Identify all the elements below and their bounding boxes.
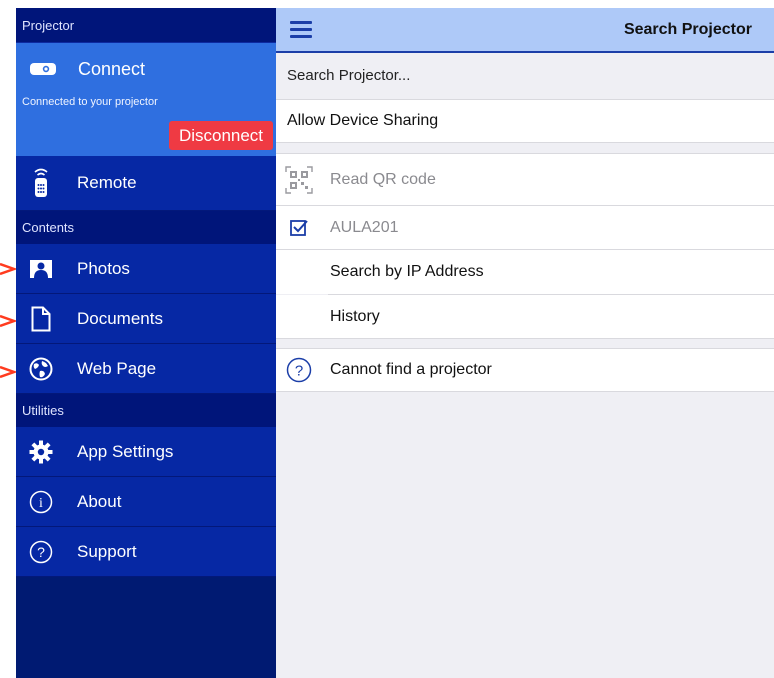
sidebar-item-label: App Settings (77, 441, 174, 461)
projector-icon (29, 62, 57, 76)
checkbox-checked-icon (285, 214, 313, 242)
top-bar: Search Projector (276, 8, 774, 53)
help-icon: ? (285, 356, 313, 384)
photo-icon (28, 256, 54, 282)
page-title: Search Projector (623, 21, 752, 38)
history-label: History (330, 307, 380, 325)
sidebar-item-label: Photos (77, 258, 130, 278)
search-by-ip-label: Search by IP Address (330, 263, 484, 280)
sidebar-item-photos[interactable]: Photos (16, 244, 276, 294)
sidebar-item-label: Documents (77, 308, 163, 328)
sidebar-item-about[interactable]: i About (16, 477, 276, 527)
section-header-contents: Contents (16, 211, 276, 244)
sidebar-item-web-page[interactable]: Web Page (16, 344, 276, 394)
allow-device-sharing-row[interactable]: Allow Device Sharing (276, 99, 774, 143)
app-frame: Projector Connect Connected to your proj… (16, 8, 774, 678)
qr-code-icon (285, 165, 313, 194)
sidebar-item-label: Remote (77, 173, 137, 192)
gear-icon (28, 439, 54, 465)
info-icon: i (28, 489, 54, 515)
search-status-label: Search Projector... (287, 67, 411, 84)
document-icon (28, 306, 54, 332)
cannot-find-projector-label: Cannot find a projector (330, 361, 492, 378)
allow-device-sharing-label: Allow Device Sharing (287, 112, 439, 129)
hamburger-icon[interactable] (290, 21, 312, 39)
read-qr-row[interactable]: Read QR code (276, 153, 774, 206)
disconnect-button[interactable]: Disconnect (169, 121, 273, 150)
annotation-arrow-icon (0, 262, 16, 276)
sidebar: Projector Connect Connected to your proj… (16, 8, 276, 678)
history-row[interactable]: History (276, 295, 774, 339)
connect-panel: Connect Connected to your projector Disc… (16, 43, 276, 156)
svg-text:i: i (39, 496, 43, 511)
sidebar-item-label: Web Page (77, 358, 157, 378)
sidebar-item-remote[interactable]: Remote (16, 156, 276, 211)
cannot-find-projector-row[interactable]: ? Cannot find a projector (276, 348, 774, 392)
sidebar-item-app-settings[interactable]: App Settings (16, 427, 276, 477)
section-header-utilities: Utilities (16, 394, 276, 427)
remote-icon (28, 168, 54, 197)
sidebar-item-documents[interactable]: Documents (16, 294, 276, 344)
svg-text:?: ? (295, 363, 303, 380)
annotation-arrow-icon (0, 365, 16, 379)
sidebar-header: Projector (16, 8, 276, 43)
connect-label: Connect (78, 58, 146, 79)
connection-status: Connected to your projector (22, 96, 158, 108)
search-by-ip-row[interactable]: Search by IP Address (276, 250, 774, 294)
sidebar-item-label: About (77, 491, 122, 511)
help-icon: ? (28, 539, 54, 565)
projector-name: AULA201 (330, 218, 399, 236)
projector-list-item[interactable]: AULA201 (276, 206, 774, 250)
read-qr-label: Read QR code (330, 170, 436, 188)
connect-item[interactable]: Connect (16, 57, 145, 81)
svg-text:?: ? (37, 544, 45, 560)
globe-icon (28, 356, 54, 382)
sidebar-item-label: Support (77, 541, 137, 561)
sidebar-item-support[interactable]: ? Support (16, 527, 276, 577)
annotation-arrow-icon (0, 314, 16, 328)
